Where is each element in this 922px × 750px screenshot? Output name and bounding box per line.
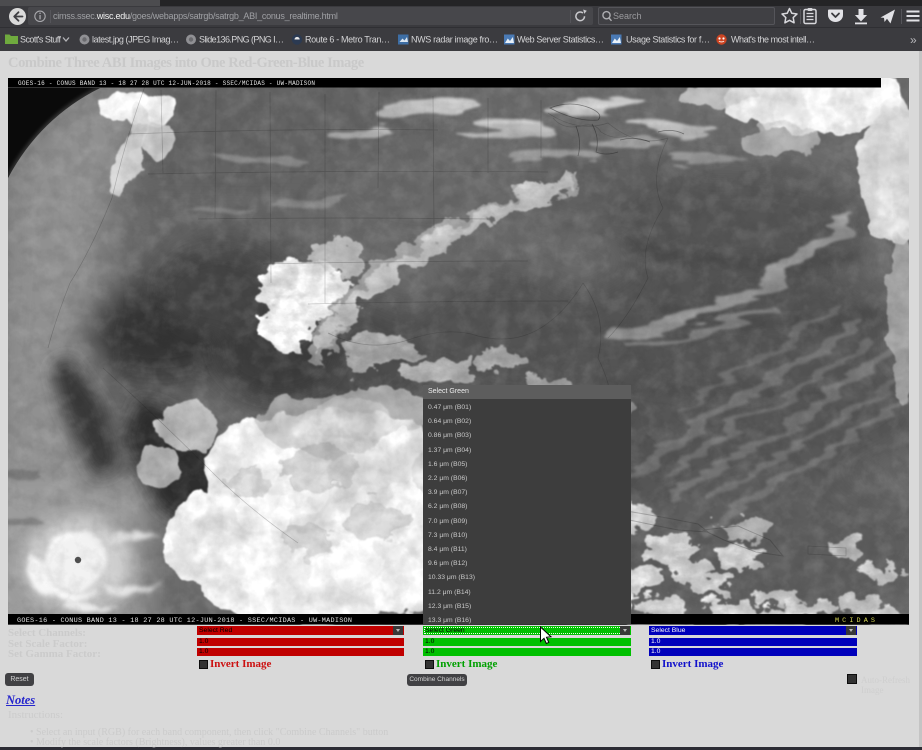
svg-text:Route 6 - Metro Tran…: Route 6 - Metro Tran…: [305, 35, 390, 45]
svg-text:Slide136.PNG (PNG I…: Slide136.PNG (PNG I…: [199, 35, 284, 45]
svg-text:GOES-16 - CONUS BAND 13 - 18 2: GOES-16 - CONUS BAND 13 - 18 27 28 UTC 1…: [17, 617, 352, 625]
svg-text:Web Server Statistics…: Web Server Statistics…: [517, 35, 604, 45]
svg-text:NWS radar image fro…: NWS radar image fro…: [411, 35, 498, 45]
svg-text:»: »: [910, 33, 917, 47]
svg-text:GOES-16 - CONUS BAND 13 - 18 2: GOES-16 - CONUS BAND 13 - 18 27 28 UTC 1…: [18, 80, 315, 87]
svg-text:latest.jpg (JPEG Imag…: latest.jpg (JPEG Imag…: [92, 35, 179, 45]
svg-text:Scott's Stuff: Scott's Stuff: [20, 35, 61, 45]
svg-text:What's the most intell…: What's the most intell…: [731, 35, 815, 45]
svg-text:Usage Statistics for f…: Usage Statistics for f…: [626, 35, 710, 45]
